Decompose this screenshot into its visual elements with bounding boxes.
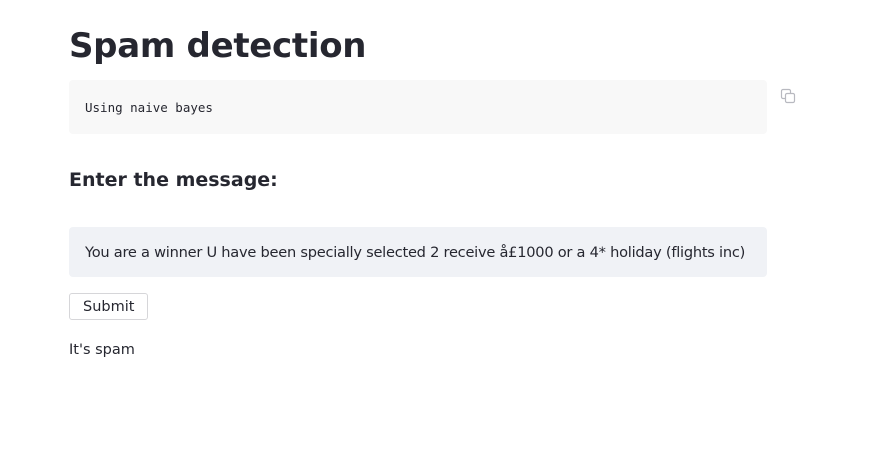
copy-icon-glyph: [780, 88, 796, 104]
copy-icon[interactable]: [779, 87, 797, 105]
page-title: Spam detection: [69, 26, 367, 66]
submit-button-label: Submit: [83, 298, 135, 315]
code-block: Using naive bayes: [69, 80, 767, 134]
message-input[interactable]: You are a winner U have been specially s…: [69, 227, 767, 277]
result-text: It's spam: [69, 342, 135, 358]
submit-button[interactable]: Submit: [69, 293, 149, 320]
code-text: Using naive bayes: [85, 99, 213, 115]
message-input-value: You are a winner U have been specially s…: [85, 243, 746, 261]
message-label: Enter the message:: [69, 169, 278, 191]
